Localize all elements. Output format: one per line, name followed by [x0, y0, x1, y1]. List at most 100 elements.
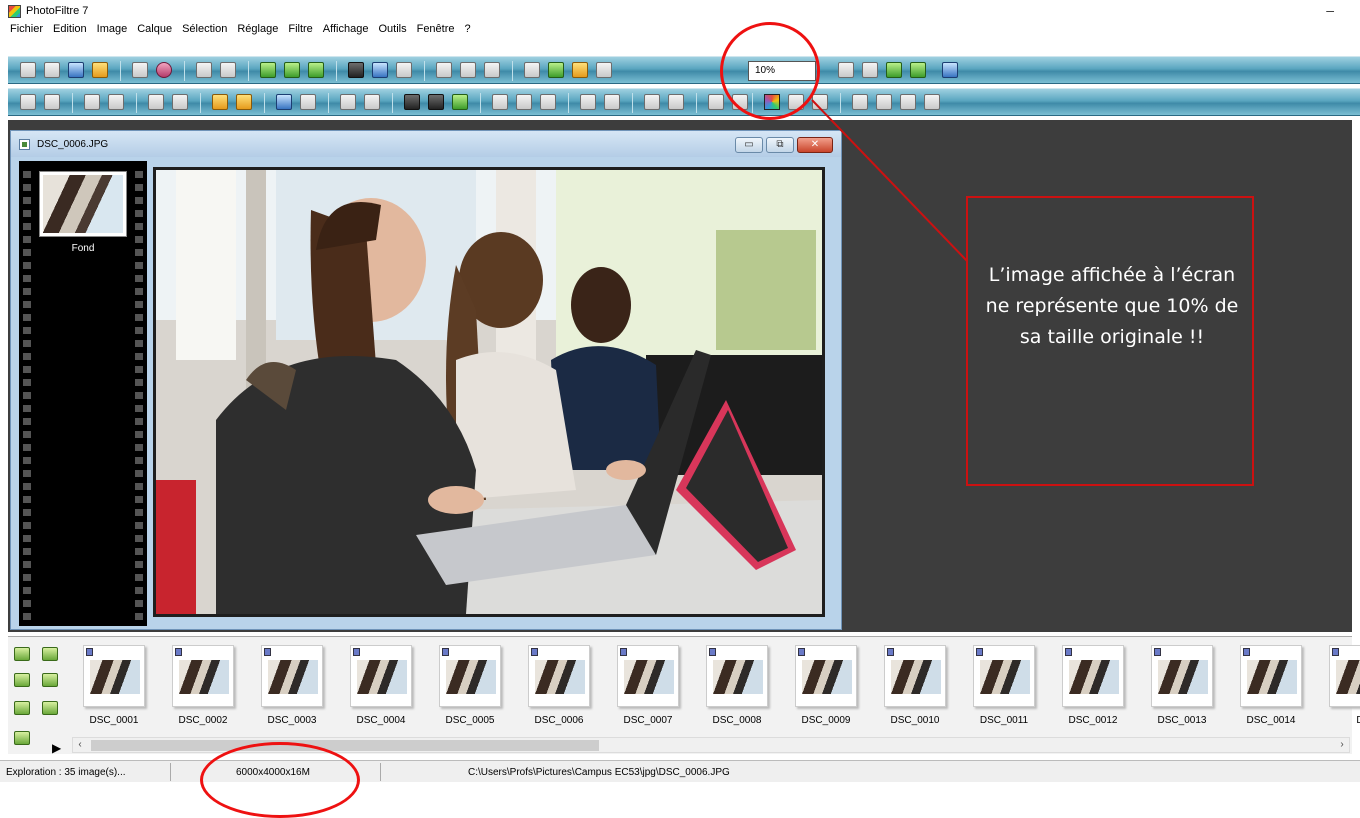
filter-tool-icon[interactable]: [812, 94, 828, 110]
menu-item[interactable]: Calque: [137, 21, 172, 38]
thumbnail-item[interactable]: DSC_0009: [790, 645, 862, 726]
toolbar-tool-icon[interactable]: [44, 62, 60, 78]
menu-item[interactable]: Sélection: [182, 21, 227, 38]
filter-tool-icon[interactable]: [404, 94, 420, 110]
thumbnail-item[interactable]: DSC_0005: [434, 645, 506, 726]
scroll-right-icon[interactable]: ›: [1335, 738, 1349, 752]
toolbar-tool-icon[interactable]: [260, 62, 276, 78]
thumbnail-item[interactable]: DSC_0002: [167, 645, 239, 726]
thumbnail-item[interactable]: D: [1324, 645, 1360, 726]
filter-tool-icon[interactable]: [364, 94, 380, 110]
toolbar-tool-icon[interactable]: [548, 62, 564, 78]
toolbar-tool-icon[interactable]: [20, 62, 36, 78]
image-minimize-button[interactable]: ▭: [735, 137, 763, 153]
filter-tool-icon[interactable]: [924, 94, 940, 110]
filter-tool-icon[interactable]: [108, 94, 124, 110]
filter-tool-icon[interactable]: [300, 94, 316, 110]
filter-tool-icon[interactable]: [276, 94, 292, 110]
thumbnail-item[interactable]: DSC_0006: [523, 645, 595, 726]
toolbar-tool-icon[interactable]: [132, 62, 148, 78]
filter-tool-icon[interactable]: [212, 94, 228, 110]
toolbar-tool-icon[interactable]: [484, 62, 500, 78]
menu-item[interactable]: ?: [465, 21, 471, 38]
scrollbar-thumb[interactable]: [91, 740, 599, 751]
folder-refresh-icon[interactable]: [42, 673, 58, 687]
toolbar-tool-icon[interactable]: [372, 62, 388, 78]
thumbnail-item[interactable]: DSC_0003: [256, 645, 328, 726]
filter-tool-icon[interactable]: [644, 94, 660, 110]
menu-item[interactable]: Outils: [378, 21, 406, 38]
image-window-titlebar[interactable]: DSC_0006.JPG ▭ ⧉ ✕: [11, 131, 841, 157]
filter-tool-icon[interactable]: [148, 94, 164, 110]
menu-item[interactable]: Image: [97, 21, 128, 38]
thumbnail-item[interactable]: DSC_0011: [968, 645, 1040, 726]
toolbar-tool-icon[interactable]: [524, 62, 540, 78]
play-arrow-icon[interactable]: ▶: [52, 741, 61, 755]
thumbnail-item[interactable]: DSC_0007: [612, 645, 684, 726]
scroll-left-icon[interactable]: ‹: [73, 738, 87, 752]
menu-item[interactable]: Filtre: [288, 21, 312, 38]
thumbnail-item[interactable]: DSC_0013: [1146, 645, 1218, 726]
image-restore-button[interactable]: ⧉: [766, 137, 794, 153]
menu-item[interactable]: Affichage: [323, 21, 369, 38]
menu-item[interactable]: Réglage: [237, 21, 278, 38]
toolbar-tool-icon[interactable]: [436, 62, 452, 78]
filter-tool-icon[interactable]: [428, 94, 444, 110]
filter-tool-icon[interactable]: [44, 94, 60, 110]
thumbnail-item[interactable]: DSC_0014: [1235, 645, 1307, 726]
menu-item[interactable]: Edition: [53, 21, 87, 38]
folder-options-icon[interactable]: [14, 731, 30, 745]
thumbnail-item[interactable]: DSC_0004: [345, 645, 417, 726]
filter-tool-icon[interactable]: [668, 94, 684, 110]
toolbar-tool-icon[interactable]: [220, 62, 236, 78]
menu-item[interactable]: Fenêtre: [417, 21, 455, 38]
filter-tool-icon[interactable]: [604, 94, 620, 110]
folder-add-icon[interactable]: [14, 701, 30, 715]
folder-open-icon[interactable]: [14, 673, 30, 687]
toolbar-tool-icon[interactable]: [572, 62, 588, 78]
toolbar-tool-icon[interactable]: [596, 62, 612, 78]
fullscreen-icon[interactable]: [942, 62, 958, 78]
filter-tool-icon[interactable]: [236, 94, 252, 110]
toolbar-separator: [424, 61, 425, 81]
toolbar-tool-icon[interactable]: [92, 62, 108, 78]
toolbar-tool-icon[interactable]: [284, 62, 300, 78]
thumbnail-item[interactable]: DSC_0008: [701, 645, 773, 726]
toolbar-tool-icon[interactable]: [348, 62, 364, 78]
filter-tool-icon[interactable]: [172, 94, 188, 110]
minimize-button[interactable]: –: [1326, 2, 1334, 18]
filter-tool-icon[interactable]: [580, 94, 596, 110]
filter-tool-icon[interactable]: [876, 94, 892, 110]
folder-view-icon[interactable]: [42, 701, 58, 715]
actual-size-icon[interactable]: [910, 62, 926, 78]
filter-tool-icon[interactable]: [516, 94, 532, 110]
folder-tree-icon[interactable]: [42, 647, 58, 661]
filter-tool-icon[interactable]: [492, 94, 508, 110]
layer-thumbnail[interactable]: [39, 171, 127, 237]
image-canvas[interactable]: [153, 167, 825, 617]
thumbnail-item[interactable]: DSC_0001: [78, 645, 150, 726]
thumbnail-item[interactable]: DSC_0010: [879, 645, 951, 726]
thumbnail-item[interactable]: DSC_0012: [1057, 645, 1129, 726]
filter-tool-icon[interactable]: [852, 94, 868, 110]
menu-item[interactable]: Fichier: [10, 21, 43, 38]
zoom-in-icon[interactable]: [838, 62, 854, 78]
toolbar-tool-icon[interactable]: [196, 62, 212, 78]
fit-window-icon[interactable]: [886, 62, 902, 78]
toolbar-tool-icon[interactable]: [460, 62, 476, 78]
filter-tool-icon[interactable]: [84, 94, 100, 110]
filter-tool-icon[interactable]: [340, 94, 356, 110]
filter-tool-icon[interactable]: [20, 94, 36, 110]
filter-tool-icon[interactable]: [708, 94, 724, 110]
image-close-button[interactable]: ✕: [797, 137, 833, 153]
toolbar-tool-icon[interactable]: [308, 62, 324, 78]
toolbar-tool-icon[interactable]: [68, 62, 84, 78]
toolbar-tool-icon[interactable]: [396, 62, 412, 78]
toolbar-tool-icon[interactable]: [156, 62, 172, 78]
filter-tool-icon[interactable]: [452, 94, 468, 110]
zoom-out-icon[interactable]: [862, 62, 878, 78]
folder-up-icon[interactable]: [14, 647, 30, 661]
filter-tool-icon[interactable]: [900, 94, 916, 110]
thumbnail-image: [268, 660, 318, 694]
filter-tool-icon[interactable]: [540, 94, 556, 110]
